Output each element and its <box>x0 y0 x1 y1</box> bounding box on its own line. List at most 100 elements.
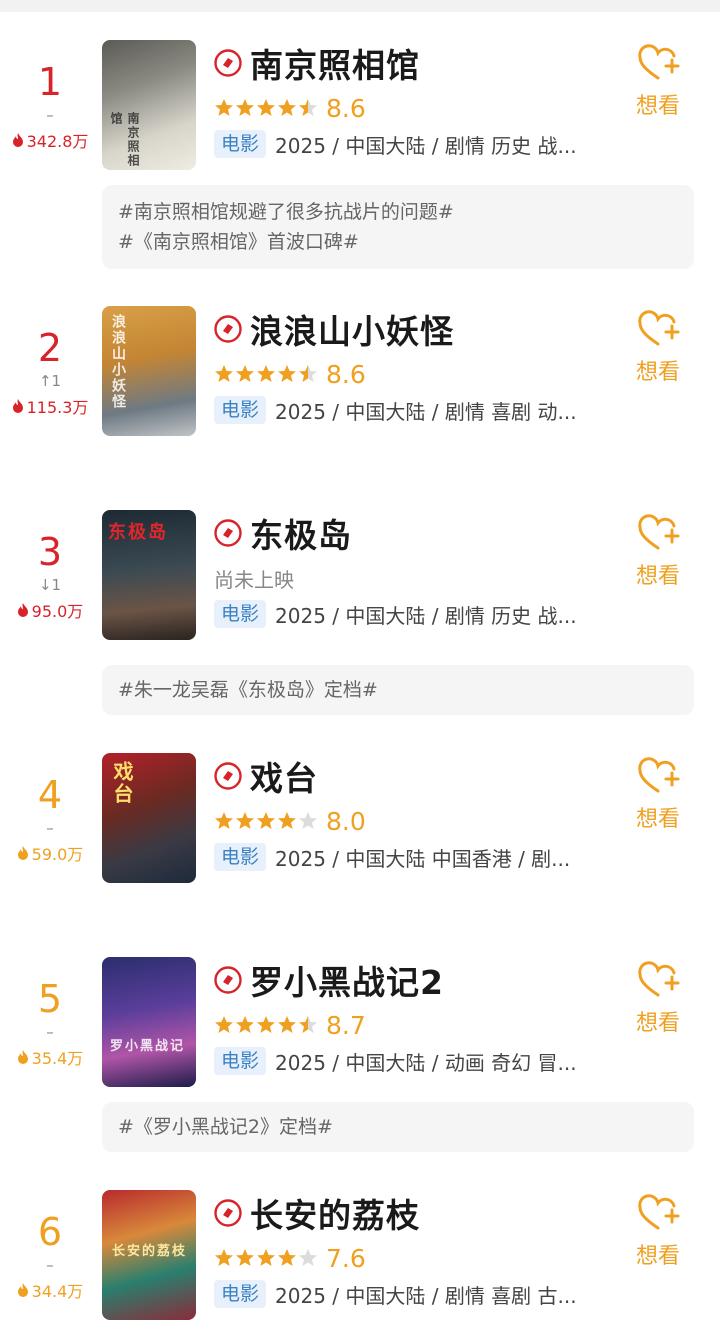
rank-column: 2 ↑1 115.3万 <box>0 328 100 418</box>
star-icon <box>236 99 254 116</box>
movie-poster[interactable]: 戏台 <box>102 753 196 883</box>
release-status: 尚未上映 <box>214 567 294 592</box>
flame-icon <box>17 1050 28 1064</box>
score: 8.6 <box>326 93 366 123</box>
topic-link[interactable]: #《南京照相馆》首波口碑# <box>118 227 678 257</box>
rank-change: – <box>46 819 54 837</box>
star-icon <box>257 1016 275 1033</box>
movie-meta: 2025 / 中国大陆 / 剧情 喜剧 动... <box>275 399 577 424</box>
want-to-watch-button[interactable]: 想看 <box>628 1194 688 1270</box>
rank-column: 4 – 59.0万 <box>0 775 100 865</box>
heat-value: 95.0万 <box>17 598 83 622</box>
topic-box: #朱一龙吴磊《东极岛》定档# <box>102 665 694 715</box>
topic-link[interactable]: #南京照相馆规避了很多抗战片的问题# <box>118 197 678 227</box>
star-icon <box>236 1016 254 1033</box>
want-to-watch-button[interactable]: 想看 <box>628 310 688 386</box>
heart-plus-icon <box>638 44 680 80</box>
rank-column: 5 – 35.4万 <box>0 979 100 1069</box>
star-icon <box>257 1249 275 1266</box>
star-icon <box>278 812 296 829</box>
star-icon <box>236 812 254 829</box>
topic-box: #南京照相馆规避了很多抗战片的问题# #《南京照相馆》首波口碑# <box>102 185 694 269</box>
play-badge-icon <box>214 762 242 790</box>
rank-column: 3 ↓1 95.0万 <box>0 532 100 622</box>
heart-plus-icon <box>638 514 680 550</box>
star-icon <box>215 812 233 829</box>
star-icon <box>299 365 317 382</box>
rank-number: 6 <box>37 1210 63 1254</box>
movie-meta: 2025 / 中国大陆 / 动画 奇幻 冒... <box>275 1050 577 1075</box>
movie-poster[interactable]: 东极岛 <box>102 510 196 640</box>
rank-change: – <box>46 1256 54 1274</box>
movie-poster[interactable]: 南京照相馆 <box>102 40 196 170</box>
star-icon <box>215 365 233 382</box>
star-icon <box>215 99 233 116</box>
star-rating <box>214 1015 318 1035</box>
movie-title[interactable]: 南京照相馆 <box>250 39 420 87</box>
topic-link[interactable]: #《罗小黑战记2》定档# <box>118 1114 678 1140</box>
top-strip <box>0 0 720 12</box>
movie-title[interactable]: 东极岛 <box>250 509 352 557</box>
heart-plus-icon <box>638 757 680 793</box>
category-tag: 电影 <box>214 600 267 628</box>
play-badge-icon <box>214 49 242 77</box>
star-icon <box>278 1249 296 1266</box>
play-badge-icon <box>214 315 242 343</box>
rank-change: ↑1 <box>38 372 62 390</box>
movie-title[interactable]: 长安的荔枝 <box>250 1189 420 1237</box>
want-to-watch-button[interactable]: 想看 <box>628 757 688 833</box>
star-icon <box>257 99 275 116</box>
category-tag: 电影 <box>214 396 267 424</box>
want-to-watch-button[interactable]: 想看 <box>628 44 688 120</box>
star-icon <box>299 99 317 116</box>
star-rating <box>214 98 318 118</box>
score: 7.6 <box>326 1243 366 1273</box>
rank-change: ↓1 <box>38 576 62 594</box>
rank-column: 6 – 34.4万 <box>0 1212 100 1302</box>
score: 8.0 <box>326 806 366 836</box>
heat-value: 115.3万 <box>12 394 88 418</box>
category-tag: 电影 <box>214 843 267 871</box>
star-icon <box>278 365 296 382</box>
want-to-watch-button[interactable]: 想看 <box>628 961 688 1037</box>
heat-value: 59.0万 <box>17 841 83 865</box>
play-badge-icon <box>214 519 242 547</box>
movie-info: 戏台 8.0 电影 2025 / 中国大陆 中国香港 / 剧... <box>214 753 614 873</box>
movie-poster[interactable]: 长安的荔枝 <box>102 1190 196 1320</box>
movie-meta: 2025 / 中国大陆 / 剧情 历史 战... <box>275 603 577 628</box>
rank-number: 1 <box>37 60 63 104</box>
movie-poster[interactable]: 浪浪山小妖怪 <box>102 306 196 436</box>
star-icon <box>236 1249 254 1266</box>
play-badge-icon <box>214 966 242 994</box>
star-icon <box>299 1016 317 1033</box>
heart-plus-icon <box>638 961 680 997</box>
flame-icon <box>17 1283 28 1297</box>
star-icon <box>278 1016 296 1033</box>
star-icon <box>257 365 275 382</box>
movie-meta: 2025 / 中国大陆 / 剧情 喜剧 古... <box>275 1283 577 1308</box>
movie-title[interactable]: 浪浪山小妖怪 <box>250 305 454 353</box>
rank-number: 2 <box>37 326 63 370</box>
star-rating <box>214 811 318 831</box>
rank-number: 4 <box>37 773 63 817</box>
star-icon <box>257 812 275 829</box>
movie-title[interactable]: 罗小黑战记2 <box>250 956 444 1004</box>
movie-title[interactable]: 戏台 <box>250 752 318 800</box>
flame-icon <box>17 603 28 617</box>
play-badge-icon <box>214 1199 242 1227</box>
flame-icon <box>17 846 28 860</box>
rank-change: – <box>46 1023 54 1041</box>
rank-change: – <box>46 106 54 124</box>
rank-column: 1 – 342.8万 <box>0 62 100 152</box>
flame-icon <box>12 399 23 413</box>
want-to-watch-button[interactable]: 想看 <box>628 514 688 590</box>
topic-link[interactable]: #朱一龙吴磊《东极岛》定档# <box>118 677 678 703</box>
heart-plus-icon <box>638 310 680 346</box>
heat-value: 342.8万 <box>12 128 88 152</box>
star-icon <box>278 99 296 116</box>
heat-value: 34.4万 <box>17 1278 83 1302</box>
movie-meta: 2025 / 中国大陆 中国香港 / 剧... <box>275 846 571 871</box>
movie-info: 浪浪山小妖怪 8.6 电影 2025 / 中国大陆 / 剧情 喜剧 动... <box>214 306 614 426</box>
movie-poster[interactable]: 罗小黑战记 <box>102 957 196 1087</box>
heat-value: 35.4万 <box>17 1045 83 1069</box>
